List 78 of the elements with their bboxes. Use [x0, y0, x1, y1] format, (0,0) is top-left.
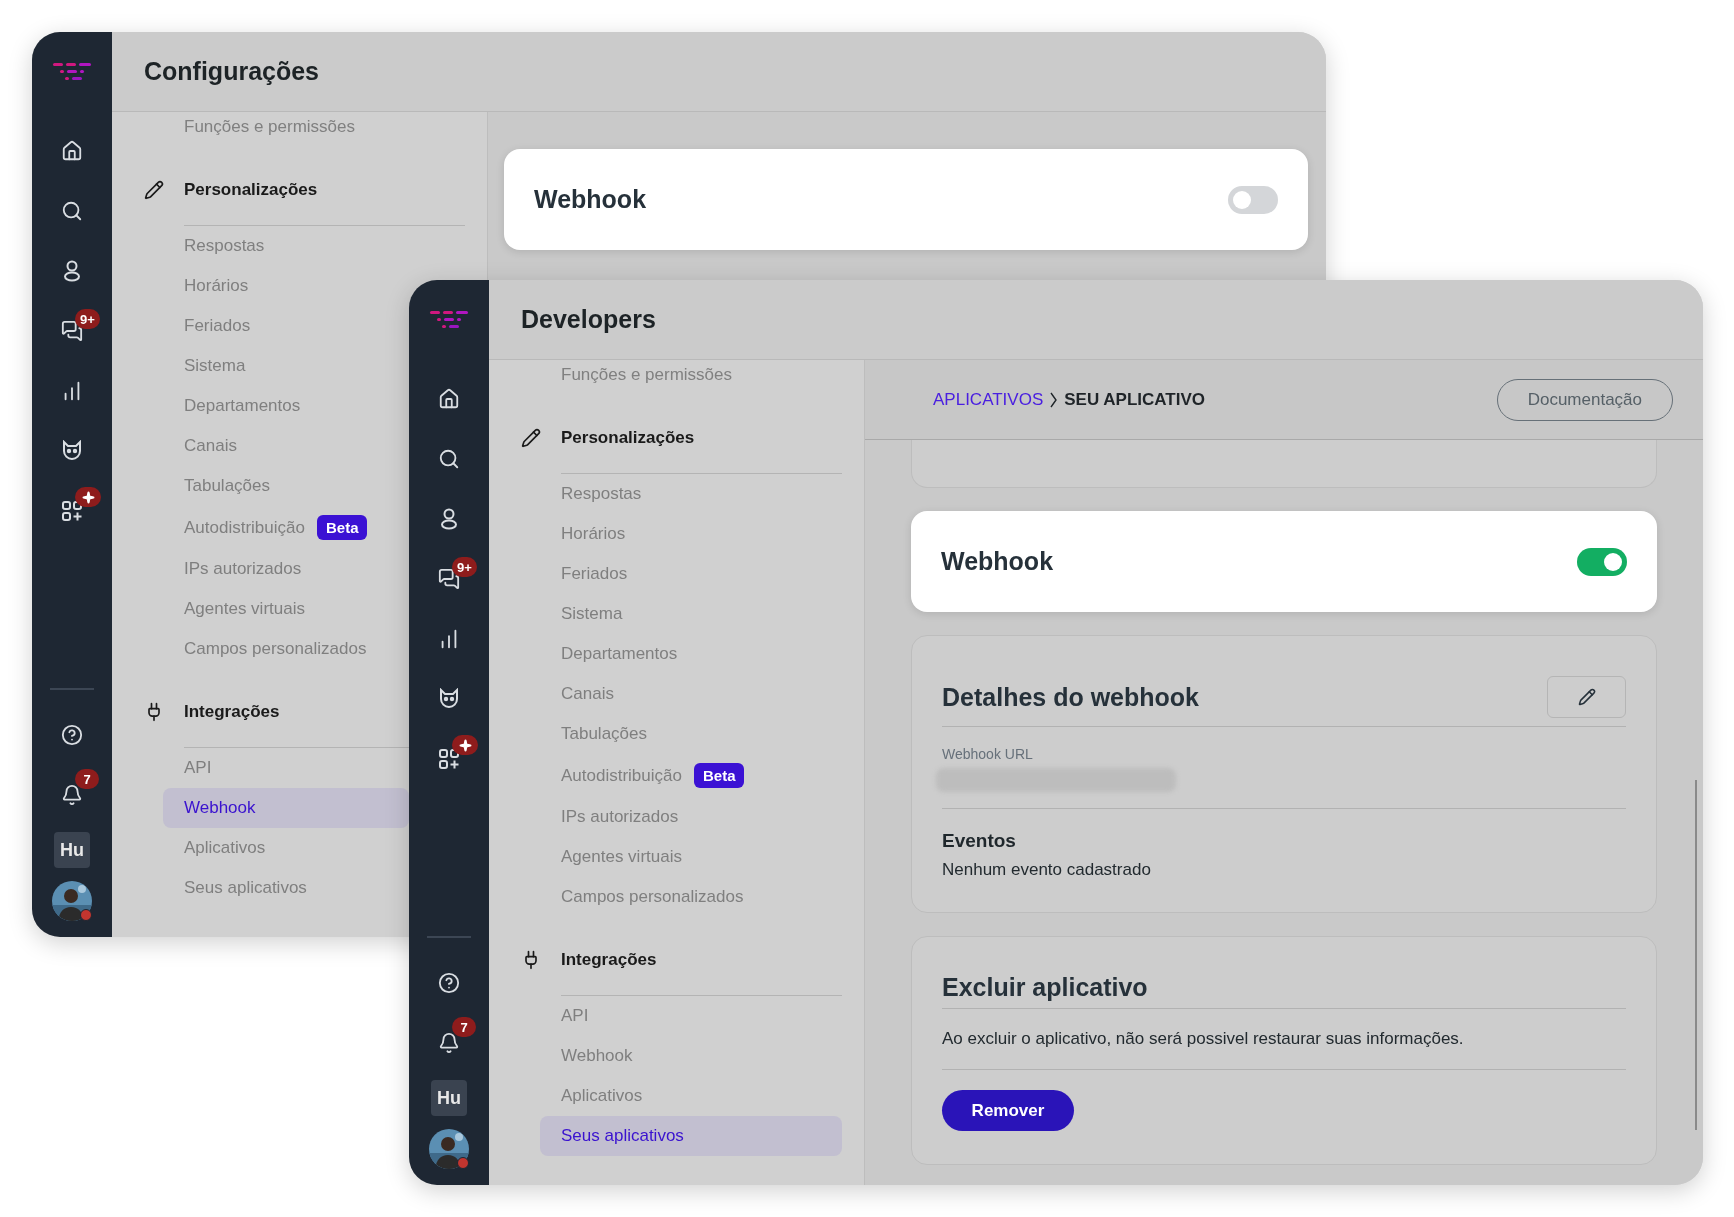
nav-item[interactable]: Webhook: [163, 788, 409, 828]
apps-icon[interactable]: [438, 748, 460, 770]
search-icon[interactable]: [61, 200, 83, 222]
nav-item[interactable]: Feriados: [561, 554, 628, 594]
count-badge: 9+: [452, 557, 477, 577]
nav-item[interactable]: Tabulações: [561, 714, 647, 754]
nav-item[interactable]: Departamentos: [561, 634, 678, 674]
chevron-icon: [1050, 391, 1058, 408]
search-icon[interactable]: [438, 448, 460, 470]
help-icon[interactable]: [61, 724, 83, 746]
apps-icon[interactable]: [61, 500, 83, 522]
beta-badge: Beta: [316, 515, 368, 540]
nav-item[interactable]: Aplicativos: [561, 1076, 643, 1116]
home-icon[interactable]: [61, 140, 83, 162]
page-title: Developers: [521, 305, 656, 334]
count-badge: 9+: [75, 309, 100, 329]
nav-item[interactable]: Aplicativos: [184, 828, 266, 868]
nav-item[interactable]: Respostas: [184, 226, 265, 266]
nav-item[interactable]: Departamentos: [184, 386, 301, 426]
nav-item[interactable]: Campos personalizados: [561, 877, 744, 917]
card-title: Detalhes do webhook: [942, 682, 1199, 712]
nav-item[interactable]: API: [561, 996, 589, 1036]
user-icon[interactable]: [439, 508, 459, 530]
nav-item[interactable]: Agentes virtuais: [561, 837, 682, 877]
warning-text: Ao excluir o aplicativo, não será possivel restaurar suas informações.: [942, 1009, 1626, 1070]
home-icon[interactable]: [438, 388, 460, 410]
nav-item[interactable]: Seus aplicativos: [540, 1116, 842, 1156]
nav-item[interactable]: Funções e permissões: [561, 360, 733, 390]
pencil-icon: [521, 428, 541, 448]
breadcrumb-current: SEU APLICATIVO: [1064, 389, 1205, 410]
field-label: Webhook URL: [942, 746, 1034, 762]
nav-item[interactable]: Funções e permissões: [184, 112, 356, 142]
toggle-switch[interactable]: [1228, 185, 1278, 214]
nav-item[interactable]: Agentes virtuais: [184, 589, 305, 629]
section-title: Personalizações: [184, 180, 318, 200]
section-title: Personalizações: [561, 428, 695, 448]
bell-icon[interactable]: [61, 784, 83, 806]
page-title: Configurações: [144, 57, 320, 86]
card-title: Webhook: [534, 185, 647, 214]
count-badge: 7: [452, 1017, 476, 1037]
logo-icon: [429, 309, 469, 331]
beta-badge: Beta: [693, 763, 745, 788]
section-title: Integrações: [561, 950, 657, 970]
remove-button[interactable]: Remover: [942, 1090, 1074, 1131]
section-title: Integrações: [184, 702, 280, 722]
logo-icon: [52, 61, 92, 83]
workspace-button[interactable]: Hu: [54, 832, 90, 868]
nav-item[interactable]: Seus aplicativos: [184, 868, 307, 908]
nav-item[interactable]: Autodistribuição Beta: [561, 754, 745, 797]
nav-item[interactable]: Horários: [561, 514, 626, 554]
nav-item[interactable]: Canais: [184, 426, 237, 466]
nav-item[interactable]: API: [184, 748, 212, 788]
workspace-button[interactable]: Hu: [431, 1080, 467, 1116]
nav-item[interactable]: IPs autorizados: [184, 549, 302, 589]
toggle-switch[interactable]: [1577, 547, 1627, 576]
nav-item[interactable]: Sistema: [561, 594, 623, 634]
help-icon[interactable]: [438, 972, 460, 994]
count-badge: 7: [75, 769, 99, 789]
nav-item[interactable]: Campos personalizados: [184, 629, 367, 669]
pencil-icon: [144, 180, 164, 200]
nav-item[interactable]: Horários: [184, 266, 249, 306]
bell-icon[interactable]: [438, 1032, 460, 1054]
nav-item[interactable]: Canais: [561, 674, 614, 714]
breadcrumb-link[interactable]: APLICATIVOS: [933, 389, 1044, 410]
edit-button[interactable]: [1547, 676, 1626, 718]
nav-item[interactable]: Webhook: [561, 1036, 633, 1076]
nav-item[interactable]: IPs autorizados: [561, 797, 679, 837]
nav-item[interactable]: Autodistribuição Beta: [184, 506, 368, 549]
section-title: Eventos: [942, 830, 1017, 852]
nav-item[interactable]: Respostas: [561, 474, 642, 514]
nav-item[interactable]: Tabulações: [184, 466, 270, 506]
pencil-icon: [1577, 688, 1596, 706]
nav-item[interactable]: Sistema: [184, 346, 246, 386]
card-title: Webhook: [941, 547, 1054, 576]
user-icon[interactable]: [62, 260, 82, 282]
empty-message: Nenhum evento cadastrado: [942, 860, 1152, 880]
card-title: Excluir aplicativo: [942, 973, 1149, 1002]
nav-item[interactable]: Feriados: [184, 306, 251, 346]
